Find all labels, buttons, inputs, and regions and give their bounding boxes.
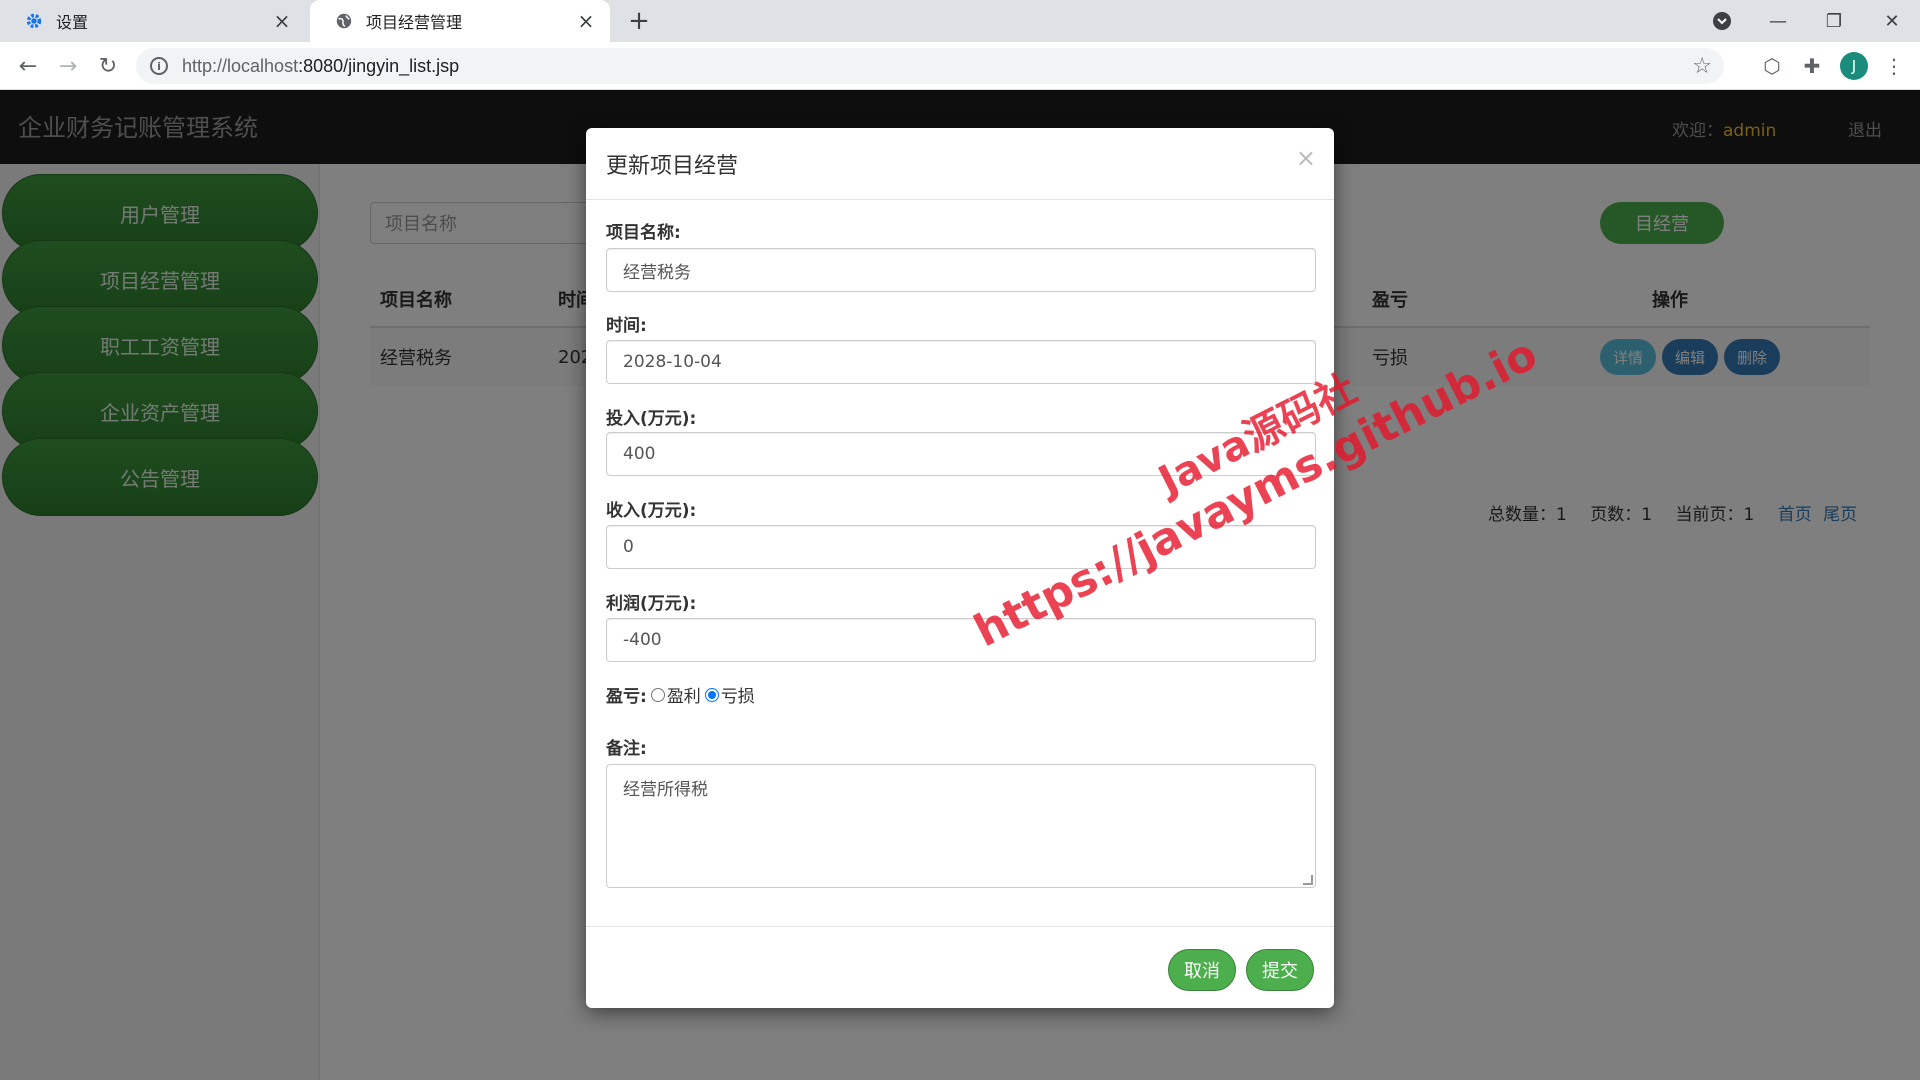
profit-input[interactable]: -400: [606, 618, 1316, 662]
note-textarea[interactable]: 经营所得税: [606, 764, 1316, 888]
restore-icon[interactable]: ❐: [1806, 0, 1862, 42]
time-label: 时间:: [606, 316, 647, 336]
gear-icon: [24, 11, 44, 31]
new-tab-button[interactable]: +: [624, 6, 654, 36]
close-icon[interactable]: ×: [576, 9, 596, 33]
note-text: 经营所得税: [623, 780, 708, 800]
url-text: http://localhost:8080/jingyin_list.jsp: [182, 55, 460, 76]
tab-title: 项目经营管理: [366, 13, 463, 32]
forward-arrow-icon[interactable]: →: [52, 50, 84, 82]
tab-project-management[interactable]: 项目经营管理 ×: [310, 0, 610, 42]
address-bar[interactable]: i http://localhost:8080/jingyin_list.jsp…: [136, 48, 1724, 84]
tab-title: 设置: [56, 13, 89, 32]
profit-loss-label: 盈亏:: [606, 687, 647, 707]
menu-dots-icon[interactable]: ⋮: [1880, 52, 1908, 80]
close-icon[interactable]: ×: [1296, 144, 1316, 172]
note-label: 备注:: [606, 739, 647, 759]
radio-loss-label[interactable]: 亏损: [721, 682, 755, 707]
update-project-modal: 更新项目经营 × 项目名称: 经营税务 时间: 2028-10-04 投入(万元…: [586, 128, 1334, 1008]
invest-label: 投入(万元):: [606, 409, 697, 429]
project-name-input[interactable]: 经营税务: [606, 248, 1316, 292]
income-label: 收入(万元):: [606, 501, 697, 521]
modal-title: 更新项目经营: [606, 154, 739, 179]
info-icon[interactable]: i: [150, 57, 168, 75]
globe-icon: [334, 11, 354, 31]
extension-hexagon-icon[interactable]: ⬡: [1758, 52, 1786, 80]
browser-tabstrip: 设置 × 项目经营管理 × + — ❐ ✕: [0, 0, 1920, 42]
reload-icon[interactable]: ↻: [92, 50, 124, 82]
back-arrow-icon[interactable]: ←: [12, 50, 44, 82]
time-input[interactable]: 2028-10-04: [606, 340, 1316, 384]
profile-avatar[interactable]: J: [1840, 52, 1868, 80]
resize-grip-icon[interactable]: [1303, 875, 1313, 885]
radio-gain-label[interactable]: 盈利: [667, 682, 701, 707]
profit-loss-radio-group: 盈亏: 盈利 亏损: [606, 682, 755, 707]
submit-button[interactable]: 提交: [1246, 949, 1314, 991]
radio-loss[interactable]: [704, 687, 719, 702]
cancel-button[interactable]: 取消: [1168, 949, 1236, 991]
modal-footer: 取消 提交: [586, 926, 1334, 1008]
browser-toolbar: ← → ↻ i http://localhost:8080/jingyin_li…: [0, 42, 1920, 90]
name-label: 项目名称:: [606, 223, 681, 243]
window-close-icon[interactable]: ✕: [1864, 0, 1920, 42]
minimize-icon[interactable]: —: [1750, 0, 1806, 42]
profit-label: 利润(万元):: [606, 594, 697, 614]
invest-input[interactable]: 400: [606, 432, 1316, 476]
close-icon[interactable]: ×: [272, 9, 292, 33]
tab-settings[interactable]: 设置 ×: [0, 0, 306, 42]
bookmark-star-icon[interactable]: ☆: [1692, 54, 1712, 79]
income-input[interactable]: 0: [606, 525, 1316, 569]
tab-search-icon[interactable]: [1694, 0, 1750, 42]
radio-gain[interactable]: [650, 687, 665, 702]
puzzle-icon[interactable]: ✚: [1798, 52, 1826, 80]
modal-header: 更新项目经营 ×: [586, 128, 1334, 200]
